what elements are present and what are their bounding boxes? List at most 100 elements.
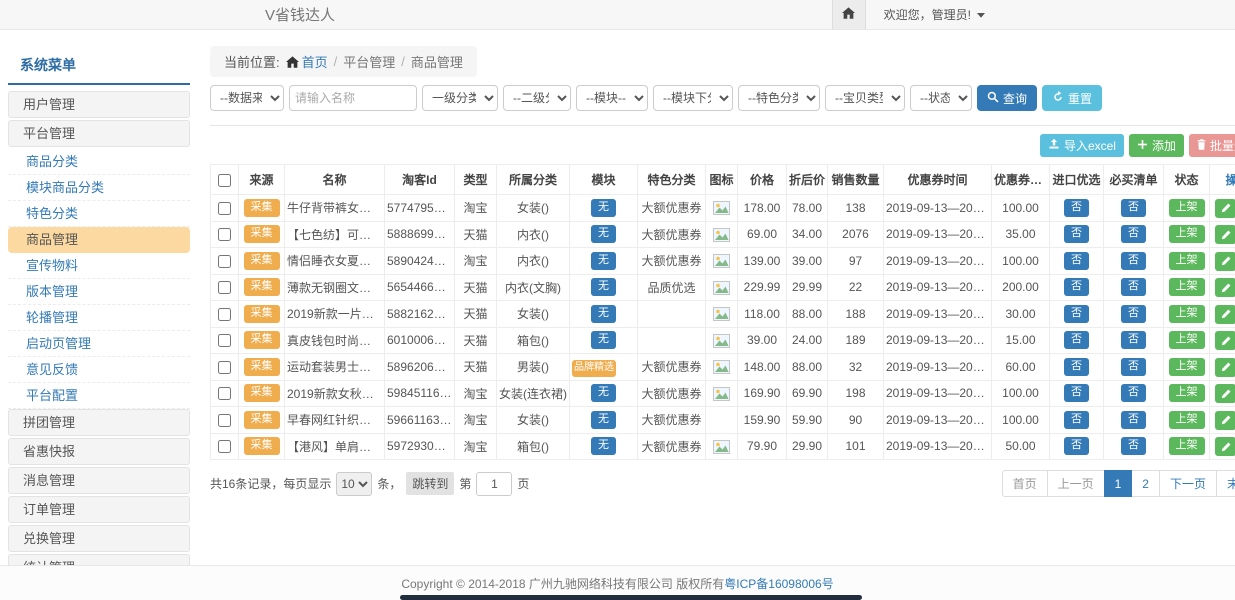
row-checkbox[interactable] <box>218 334 231 347</box>
must-buy-toggle[interactable]: 否 <box>1121 411 1146 429</box>
sidebar-group-item[interactable]: 订单管理 <box>8 496 190 523</box>
edit-button[interactable] <box>1215 331 1235 350</box>
edit-button[interactable] <box>1215 225 1235 244</box>
add-button[interactable]: 添加 <box>1129 134 1184 157</box>
status-badge[interactable]: 上架 <box>1169 437 1205 455</box>
import-select-toggle[interactable]: 否 <box>1064 199 1089 217</box>
edit-button[interactable] <box>1215 437 1235 456</box>
row-checkbox[interactable] <box>218 255 231 268</box>
sidebar-group-item[interactable]: 统计管理 <box>8 554 190 565</box>
jump-page-input[interactable] <box>476 472 512 496</box>
module-badge[interactable]: 无 <box>591 331 616 349</box>
page-button[interactable]: 上一页 <box>1047 470 1105 497</box>
edit-button[interactable] <box>1215 199 1235 218</box>
must-buy-toggle[interactable]: 否 <box>1121 358 1146 376</box>
sidebar-group-item[interactable]: 平台管理 <box>8 120 190 147</box>
user-menu[interactable]: 欢迎您，管理员! <box>866 6 1235 23</box>
sidebar-sub-item[interactable]: 商品管理 <box>8 227 190 253</box>
sidebar-sub-item[interactable]: 宣传物料 <box>8 253 190 279</box>
filter-select[interactable]: --状态-- <box>910 85 972 111</box>
must-buy-toggle[interactable]: 否 <box>1121 199 1146 217</box>
sidebar-group-item[interactable]: 拼团管理 <box>8 409 190 436</box>
name-search-input[interactable] <box>289 85 417 111</box>
must-buy-toggle[interactable]: 否 <box>1121 384 1146 402</box>
sidebar-group-item[interactable]: 用户管理 <box>8 91 190 118</box>
module-badge[interactable]: 无 <box>591 225 616 243</box>
filter-select[interactable]: --模块-- <box>576 85 648 111</box>
status-badge[interactable]: 上架 <box>1169 199 1205 217</box>
sidebar-sub-item[interactable]: 商品分类 <box>8 149 190 175</box>
must-buy-toggle[interactable]: 否 <box>1121 225 1146 243</box>
sidebar-group-item[interactable]: 消息管理 <box>8 467 190 494</box>
edit-button[interactable] <box>1215 358 1235 377</box>
status-badge[interactable]: 上架 <box>1169 278 1205 296</box>
edit-button[interactable] <box>1215 384 1235 403</box>
status-badge[interactable]: 上架 <box>1169 225 1205 243</box>
must-buy-toggle[interactable]: 否 <box>1121 437 1146 455</box>
sidebar-sub-item[interactable]: 平台配置 <box>8 383 190 409</box>
page-button[interactable]: 首页 <box>1002 470 1048 497</box>
query-button[interactable]: 查询 <box>977 85 1037 111</box>
status-badge[interactable]: 上架 <box>1169 252 1205 270</box>
module-badge[interactable]: 无 <box>591 305 616 323</box>
filter-select[interactable]: --宝贝类型-- <box>825 85 905 111</box>
module-badge[interactable]: 无 <box>591 252 616 270</box>
import-select-toggle[interactable]: 否 <box>1064 225 1089 243</box>
sidebar-sub-item[interactable]: 启动页管理 <box>8 331 190 357</box>
page-button[interactable]: 末页 <box>1216 470 1235 497</box>
must-buy-toggle[interactable]: 否 <box>1121 331 1146 349</box>
filter-select[interactable]: --特色分类-- <box>738 85 820 111</box>
batch-delete-button[interactable]: 批量删除 <box>1189 134 1235 157</box>
row-checkbox[interactable] <box>218 414 231 427</box>
sidebar-group-item[interactable]: 省惠快报 <box>8 438 190 465</box>
sidebar-sub-item[interactable]: 轮播管理 <box>8 305 190 331</box>
edit-button[interactable] <box>1215 252 1235 271</box>
page-button[interactable]: 1 <box>1104 470 1133 497</box>
must-buy-toggle[interactable]: 否 <box>1121 278 1146 296</box>
horizontal-scrollbar-thumb[interactable] <box>400 595 862 600</box>
filter-select[interactable]: --模块下分类-- <box>653 85 733 111</box>
filter-select[interactable]: --二级分类-- <box>503 85 571 111</box>
import-select-toggle[interactable]: 否 <box>1064 384 1089 402</box>
module-badge[interactable]: 无 <box>591 199 616 217</box>
sidebar-sub-item[interactable]: 版本管理 <box>8 279 190 305</box>
filter-select[interactable]: 一级分类 <box>422 85 498 111</box>
row-checkbox[interactable] <box>218 228 231 241</box>
status-badge[interactable]: 上架 <box>1169 411 1205 429</box>
sidebar-sub-item[interactable]: 模块商品分类 <box>8 175 190 201</box>
reset-button[interactable]: 重置 <box>1042 85 1102 111</box>
sidebar-sub-item[interactable]: 意见反馈 <box>8 357 190 383</box>
page-button[interactable]: 下一页 <box>1159 470 1217 497</box>
must-buy-toggle[interactable]: 否 <box>1121 305 1146 323</box>
import-select-toggle[interactable]: 否 <box>1064 252 1089 270</box>
breadcrumb-home-link[interactable]: 首页 <box>286 52 328 71</box>
import-select-toggle[interactable]: 否 <box>1064 331 1089 349</box>
status-badge[interactable]: 上架 <box>1169 358 1205 376</box>
row-checkbox[interactable] <box>218 440 231 453</box>
home-button[interactable] <box>832 0 866 29</box>
select-all-checkbox[interactable] <box>218 174 231 187</box>
import-select-toggle[interactable]: 否 <box>1064 437 1089 455</box>
data-source-select[interactable]: --数据来源-- <box>210 85 284 111</box>
page-button[interactable]: 2 <box>1131 470 1160 497</box>
row-checkbox[interactable] <box>218 361 231 374</box>
edit-button[interactable] <box>1215 305 1235 324</box>
row-checkbox[interactable] <box>218 308 231 321</box>
row-checkbox[interactable] <box>218 281 231 294</box>
status-badge[interactable]: 上架 <box>1169 384 1205 402</box>
sidebar-group-item[interactable]: 兑换管理 <box>8 525 190 552</box>
per-page-select[interactable]: 10 <box>336 472 372 496</box>
import-select-toggle[interactable]: 否 <box>1064 305 1089 323</box>
must-buy-toggle[interactable]: 否 <box>1121 252 1146 270</box>
edit-button[interactable] <box>1215 278 1235 297</box>
row-checkbox[interactable] <box>218 202 231 215</box>
status-badge[interactable]: 上架 <box>1169 305 1205 323</box>
module-badge[interactable]: 无 <box>591 384 616 402</box>
import-select-toggle[interactable]: 否 <box>1064 411 1089 429</box>
import-select-toggle[interactable]: 否 <box>1064 278 1089 296</box>
edit-button[interactable] <box>1215 411 1235 430</box>
module-badge[interactable]: 无 <box>591 437 616 455</box>
module-badge[interactable]: 无 <box>591 278 616 296</box>
status-badge[interactable]: 上架 <box>1169 331 1205 349</box>
import-select-toggle[interactable]: 否 <box>1064 358 1089 376</box>
